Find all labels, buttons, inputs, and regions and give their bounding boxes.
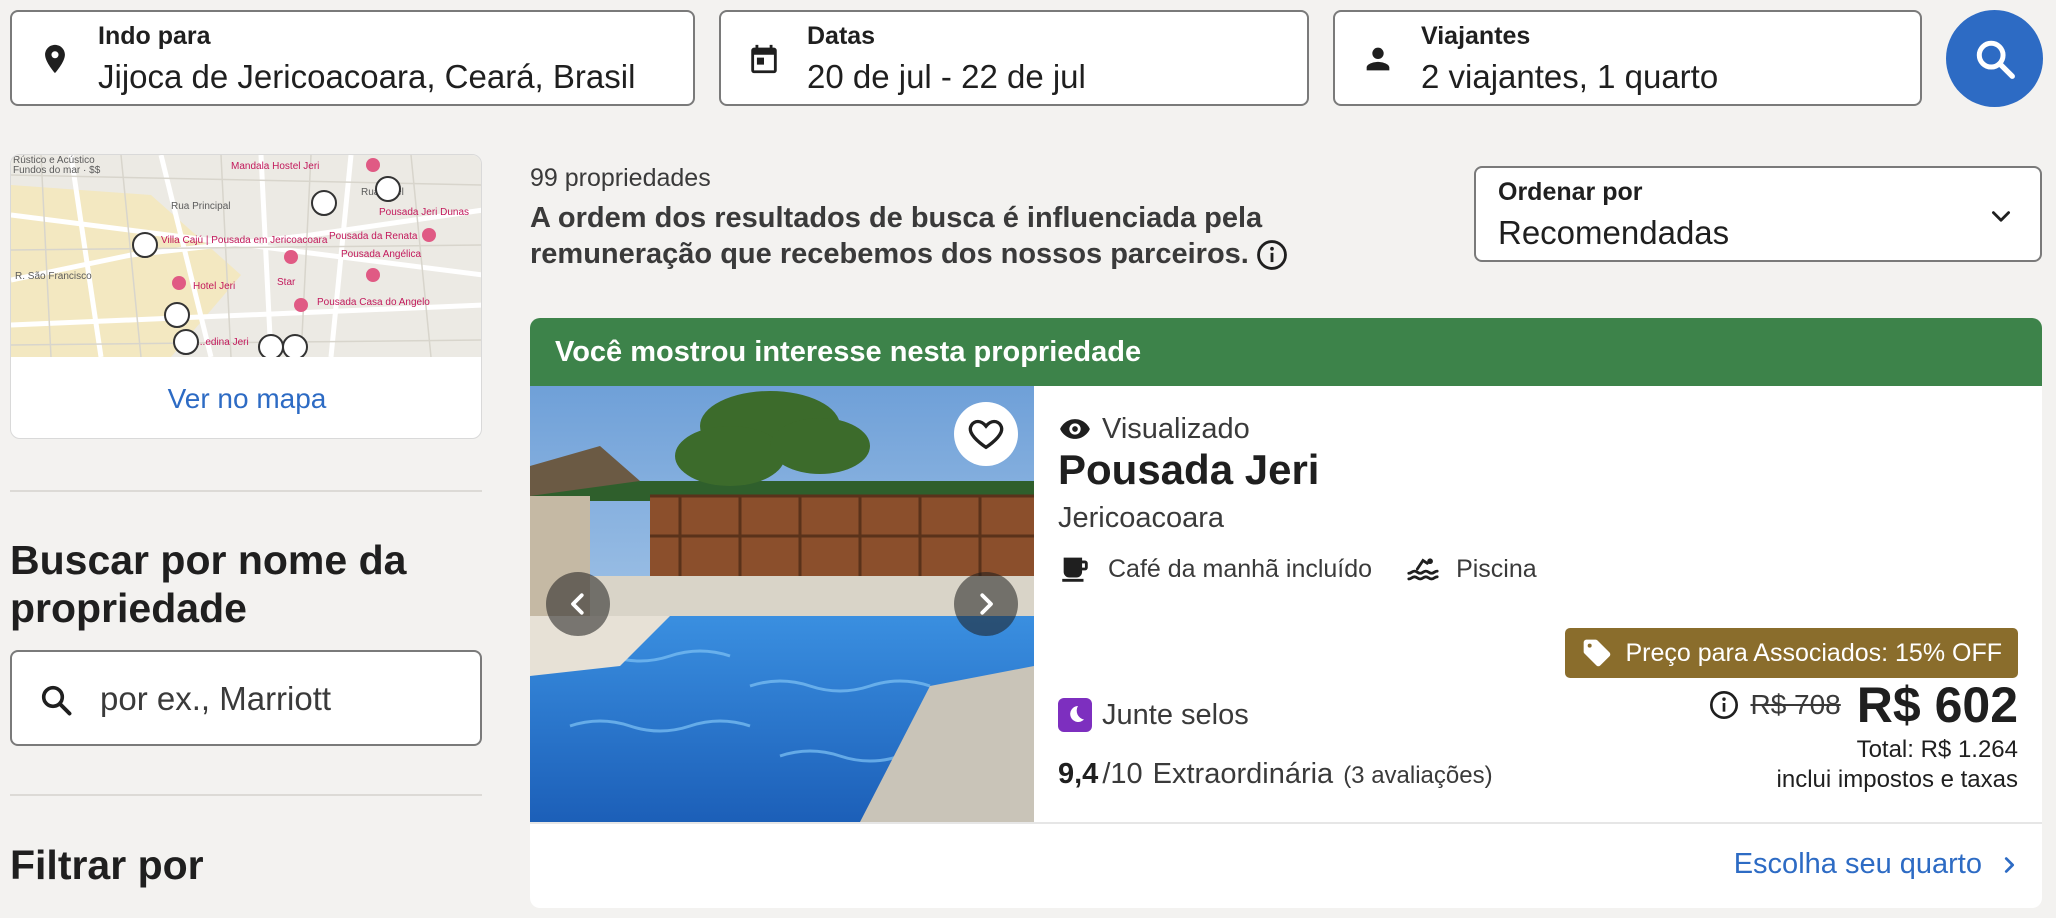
property-city: Jericoacoara — [1058, 502, 1225, 534]
chevron-left-icon — [571, 593, 584, 615]
interest-banner: Você mostrou interesse nesta propriedade — [530, 318, 2042, 386]
property-photo[interactable] — [530, 386, 1034, 822]
property-search-title: Buscar por nome da propriedade — [10, 537, 407, 631]
map-pin-icon — [45, 44, 65, 74]
choose-room-link[interactable]: Escolha seu quarto — [1734, 848, 2020, 881]
heart-icon — [968, 419, 1004, 450]
map-label: ...edina Jeri — [197, 337, 249, 348]
dates-field[interactable]: Datas 20 de jul - 22 de jul — [719, 10, 1309, 106]
ranking-disclaimer: A ordem dos resultados de busca é influe… — [530, 200, 1450, 272]
chevron-down-icon — [1992, 211, 2010, 222]
property-name[interactable]: Pousada Jeri — [1058, 446, 1319, 494]
total-price: Total: R$ 1.264 — [1856, 736, 2018, 763]
current-price: R$ 602 — [1856, 677, 2018, 733]
price-row: R$ 708 R$ 602 — [1708, 676, 2018, 734]
collect-stamps: Junte selos — [1058, 698, 1249, 732]
pool-icon — [1407, 558, 1439, 581]
view-on-map-link[interactable]: Ver no mapa — [11, 357, 481, 438]
member-price-badge: Preço para Associados: 15% OFF — [1565, 628, 2018, 678]
sort-dropdown[interactable]: Ordenar por Recomendadas — [1474, 166, 2042, 262]
viewed-label: Visualizado — [1102, 412, 1250, 445]
search-icon — [1976, 40, 2015, 79]
destination-field[interactable]: Indo para Jijoca de Jericoacoara, Ceará,… — [10, 10, 695, 106]
amenities-list: Café da manhã incluído Piscina — [1058, 552, 1571, 586]
map-label: Star — [277, 277, 296, 288]
amenity-label: Piscina — [1456, 554, 1537, 583]
travelers-label: Viajantes — [1421, 22, 1531, 50]
property-card[interactable]: Você mostrou interesse nesta propriedade — [530, 318, 2042, 908]
map-label: Mandala Hostel Jeri — [231, 161, 319, 172]
travelers-value: 2 viajantes, 1 quarto — [1421, 58, 1719, 95]
coffee-icon — [1062, 557, 1088, 582]
map-preview-card[interactable]: Rústico e Acústico Fundos do mar · $$ Ma… — [10, 154, 482, 439]
info-icon[interactable] — [1255, 238, 1289, 272]
amenity-breakfast: Café da manhã incluído — [1058, 552, 1372, 586]
taxes-note: inclui impostos e taxas — [1776, 766, 2018, 793]
amenity-label: Café da manhã incluído — [1108, 554, 1373, 583]
calendar-icon — [751, 44, 777, 74]
tag-icon — [1584, 639, 1611, 667]
property-details: Visualizado Pousada Jeri Jericoacoara Ca… — [1058, 386, 2018, 822]
stamps-label: Junte selos — [1102, 698, 1249, 731]
map-preview[interactable]: Rústico e Acústico Fundos do mar · $$ Ma… — [11, 155, 482, 357]
sidebar-divider — [10, 794, 482, 796]
filter-title: Filtrar por — [10, 842, 204, 888]
destination-value: Jijoca de Jericoacoara, Ceará, Brasil — [98, 58, 636, 95]
property-name-search[interactable] — [10, 650, 482, 746]
search-button[interactable] — [1946, 10, 2043, 107]
rating: 9,4 /10 Extraordinária (3 avaliações) — [1058, 758, 1493, 791]
rating-score: 9,4 — [1058, 758, 1099, 790]
map-label: Pousada Casa do Angelo — [317, 297, 430, 308]
dates-value: 20 de jul - 22 de jul — [807, 58, 1086, 95]
member-price-label: Preço para Associados: 15% OFF — [1625, 638, 2002, 667]
amenity-pool: Piscina — [1406, 552, 1537, 586]
eye-icon — [1060, 419, 1090, 439]
chevron-right-icon — [2004, 856, 2015, 873]
map-label: Pousada da Renata — [329, 231, 418, 242]
sort-label: Ordenar por — [1498, 178, 1643, 206]
map-label: Pousada Angélica — [341, 249, 422, 260]
card-divider — [530, 822, 2042, 824]
map-label: Villa Cajú | Pousada em Jericoacoara — [161, 235, 328, 246]
info-icon[interactable] — [1708, 689, 1740, 721]
rating-scale: /10 — [1102, 758, 1143, 790]
disclaimer-text: A ordem dos resultados de busca é influe… — [530, 202, 1263, 270]
rating-label: Extraordinária — [1152, 758, 1334, 790]
travelers-field[interactable]: Viajantes 2 viajantes, 1 quarto — [1333, 10, 1922, 106]
map-label: Pousada Jeri Dunas — [379, 207, 469, 218]
map-label: Fundos do mar · $$ — [13, 165, 101, 176]
dates-label: Datas — [807, 22, 876, 50]
chevron-right-icon — [980, 593, 993, 615]
results-count: 99 propriedades — [530, 164, 711, 192]
rating-reviews: (3 avaliações) — [1343, 762, 1493, 789]
sidebar-divider — [10, 490, 482, 492]
moon-icon — [1058, 698, 1092, 732]
destination-label: Indo para — [98, 22, 211, 50]
property-name-input[interactable] — [98, 674, 458, 724]
person-icon — [1366, 47, 1390, 71]
map-label: Hotel Jeri — [193, 281, 235, 292]
map-label: R. São Francisco — [15, 271, 92, 282]
sort-value: Recomendadas — [1498, 214, 1730, 251]
previous-photo-button[interactable] — [546, 572, 610, 636]
search-icon — [41, 685, 72, 716]
favorite-button[interactable] — [954, 402, 1018, 466]
map-label: Rua Principal — [171, 201, 230, 212]
viewed-indicator: Visualizado — [1058, 412, 1250, 446]
choose-room-label: Escolha seu quarto — [1733, 848, 1982, 880]
next-photo-button[interactable] — [954, 572, 1018, 636]
original-price: R$ 708 — [1750, 689, 1841, 720]
